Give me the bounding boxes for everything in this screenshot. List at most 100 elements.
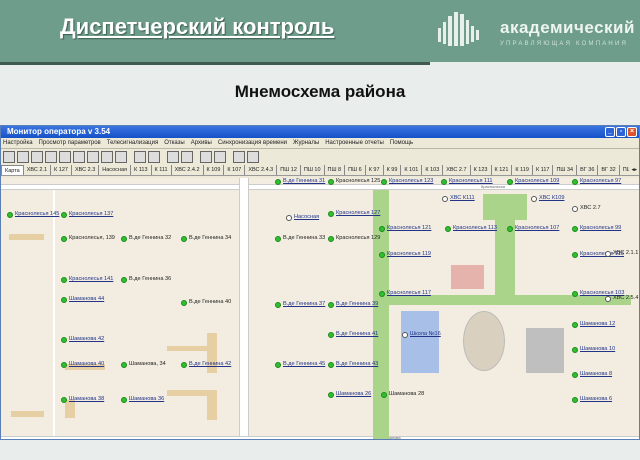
tab-23[interactable]: К 117 (533, 165, 554, 175)
map-marker[interactable]: Краснолесья 97 (572, 178, 621, 185)
marker-label[interactable]: Шаманова, 34 (129, 361, 166, 368)
marker-label[interactable]: Шаманова 10 (580, 346, 615, 353)
marker-label[interactable]: Краснолесья 141 (69, 276, 113, 283)
menu-item[interactable]: Просмотр параметров (39, 138, 101, 148)
toolbar-button[interactable] (167, 151, 179, 163)
tab-9[interactable]: К 107 (224, 165, 246, 175)
tab-25[interactable]: ВГ 36 (577, 165, 599, 175)
marker-label[interactable]: В.де Геннина 36 (129, 276, 171, 283)
marker-label[interactable]: Краснолесья 123 (389, 178, 433, 185)
map-marker[interactable]: Краснолесья 107 (507, 225, 559, 232)
map-marker[interactable]: Шаманова 26 (328, 391, 371, 398)
marker-label[interactable]: Краснолесья 117 (387, 290, 431, 297)
map-marker[interactable]: Краснолесья 113 (445, 225, 497, 232)
map-marker[interactable]: В.де Геннина 37 (275, 301, 325, 308)
toolbar-button[interactable] (73, 151, 85, 163)
menu-item[interactable]: Настройка (3, 138, 33, 148)
tab-16[interactable]: К 99 (384, 165, 402, 175)
toolbar-button[interactable] (233, 151, 245, 163)
tab-12[interactable]: ПШ 10 (301, 165, 325, 175)
map-marker[interactable]: Шаманова 10 (572, 346, 615, 353)
map-marker[interactable]: Краснолесья 123 (381, 178, 433, 185)
tab-1[interactable]: ХВС 2.1 (24, 165, 52, 175)
marker-label[interactable]: Краснолесья 121 (387, 225, 431, 232)
menu-item[interactable]: Архивы (191, 138, 212, 148)
map-marker[interactable]: В.де Геннина 43 (328, 361, 378, 368)
marker-label[interactable]: Краснолесья 97 (580, 178, 621, 185)
toolbar-button[interactable] (31, 151, 43, 163)
close-button[interactable]: × (627, 127, 637, 137)
map-marker[interactable]: Шаманова 38 (61, 396, 104, 403)
map-marker[interactable]: В.де Геннина 32 (121, 235, 171, 242)
map-marker[interactable]: В.де Геннина 34 (181, 235, 231, 242)
marker-label[interactable]: Шаманова 42 (69, 336, 104, 343)
map-marker[interactable]: В.де Геннина 31 (275, 178, 325, 185)
menu-item[interactable]: Синхронизация времени (218, 138, 287, 148)
map-marker[interactable]: ХВС К111 (442, 195, 475, 202)
map-marker[interactable]: ХВС 2.1.1 (605, 250, 638, 257)
map-marker[interactable]: В.де Геннина 39 (328, 301, 378, 308)
marker-label[interactable]: В.де Геннина 45 (283, 361, 325, 368)
map-marker[interactable]: В.де Геннина 45 (275, 361, 325, 368)
maximize-button[interactable]: ▫ (616, 127, 626, 137)
marker-label[interactable]: Краснолесья 145 (15, 211, 59, 218)
map-marker[interactable]: Шаманова 8 (572, 371, 612, 378)
map-marker[interactable]: Краснолесья 127 (328, 210, 380, 217)
marker-label[interactable]: Краснолесья 129 (336, 235, 380, 242)
map-marker[interactable]: Насосная (286, 214, 319, 221)
marker-label[interactable]: ХВС 2.5.4 (613, 295, 638, 302)
map-marker[interactable]: Краснолесья 117 (379, 290, 431, 297)
marker-label[interactable]: Шаманова 28 (389, 391, 424, 398)
marker-label[interactable]: Шаманова 44 (69, 296, 104, 303)
tab-14[interactable]: ПШ 6 (345, 165, 366, 175)
marker-label[interactable]: Краснолесья 99 (580, 225, 621, 232)
map-marker[interactable]: Шаманова 36 (121, 396, 164, 403)
marker-label[interactable]: Краснолесья 127 (336, 210, 380, 217)
map-marker[interactable]: Краснолесья 145 (7, 211, 59, 218)
map-marker[interactable]: Краснолесья 111 (441, 178, 493, 185)
menu-item[interactable]: Журналы (293, 138, 319, 148)
marker-label[interactable]: В.де Геннина 41 (336, 331, 378, 338)
marker-label[interactable]: В.де Геннина 31 (283, 178, 325, 185)
marker-label[interactable]: Школа №16 (410, 331, 441, 338)
toolbar-button[interactable] (17, 151, 29, 163)
tab-scroll-arrows[interactable]: ◂▸ (629, 165, 639, 175)
tab-7[interactable]: ХВС 2.4.2 (172, 165, 204, 175)
toolbar-button[interactable] (200, 151, 212, 163)
map-marker[interactable]: Краснолесья 109 (507, 178, 559, 185)
map-marker[interactable]: ХВС 2.7 (572, 205, 601, 212)
marker-label[interactable]: В.де Геннина 37 (283, 301, 325, 308)
menu-item[interactable]: Помощь (390, 138, 413, 148)
toolbar-button[interactable] (101, 151, 113, 163)
marker-label[interactable]: Шаманова 26 (336, 391, 371, 398)
marker-label[interactable]: В.де Геннина 43 (336, 361, 378, 368)
marker-label[interactable]: Насосная (294, 214, 319, 221)
tab-4[interactable]: Насосная (99, 165, 131, 175)
map-marker[interactable]: Шаманова 42 (61, 336, 104, 343)
map-marker[interactable]: Краснолесья 129 (328, 235, 380, 242)
map-marker[interactable]: Шаманова 28 (381, 391, 424, 398)
tab-20[interactable]: К 123 (471, 165, 492, 175)
toolbar-button[interactable] (59, 151, 71, 163)
tab-2[interactable]: К 127 (51, 165, 72, 175)
map-marker[interactable]: В.де Геннина 40 (181, 299, 231, 306)
toolbar-button[interactable] (181, 151, 193, 163)
marker-label[interactable]: Краснолесья 109 (515, 178, 559, 185)
marker-label[interactable]: ХВС 2.1.1 (613, 250, 638, 257)
minimize-button[interactable]: _ (605, 127, 615, 137)
marker-label[interactable]: Краснолесья, 139 (69, 235, 115, 242)
toolbar-button[interactable] (3, 151, 15, 163)
tab-19[interactable]: ХВС 2.7 (443, 165, 471, 175)
toolbar-button[interactable] (45, 151, 57, 163)
marker-label[interactable]: Краснолесья 107 (515, 225, 559, 232)
marker-label[interactable]: Краснолесья 119 (387, 251, 431, 258)
map-marker[interactable]: ХВС К109 (531, 195, 564, 202)
map-marker[interactable]: Шаманова 40 (61, 361, 104, 368)
marker-label[interactable]: Шаманова 40 (69, 361, 104, 368)
tab-24[interactable]: ПШ 34 (553, 165, 578, 175)
toolbar-button[interactable] (148, 151, 160, 163)
marker-label[interactable]: В.де Геннина 42 (189, 361, 231, 368)
map-marker[interactable]: Шаманова, 34 (121, 361, 166, 368)
tab-13[interactable]: ПШ 8 (325, 165, 346, 175)
district-map[interactable]: Краснолесья Шаманова Краснолесья 145 Крас… (1, 178, 639, 439)
